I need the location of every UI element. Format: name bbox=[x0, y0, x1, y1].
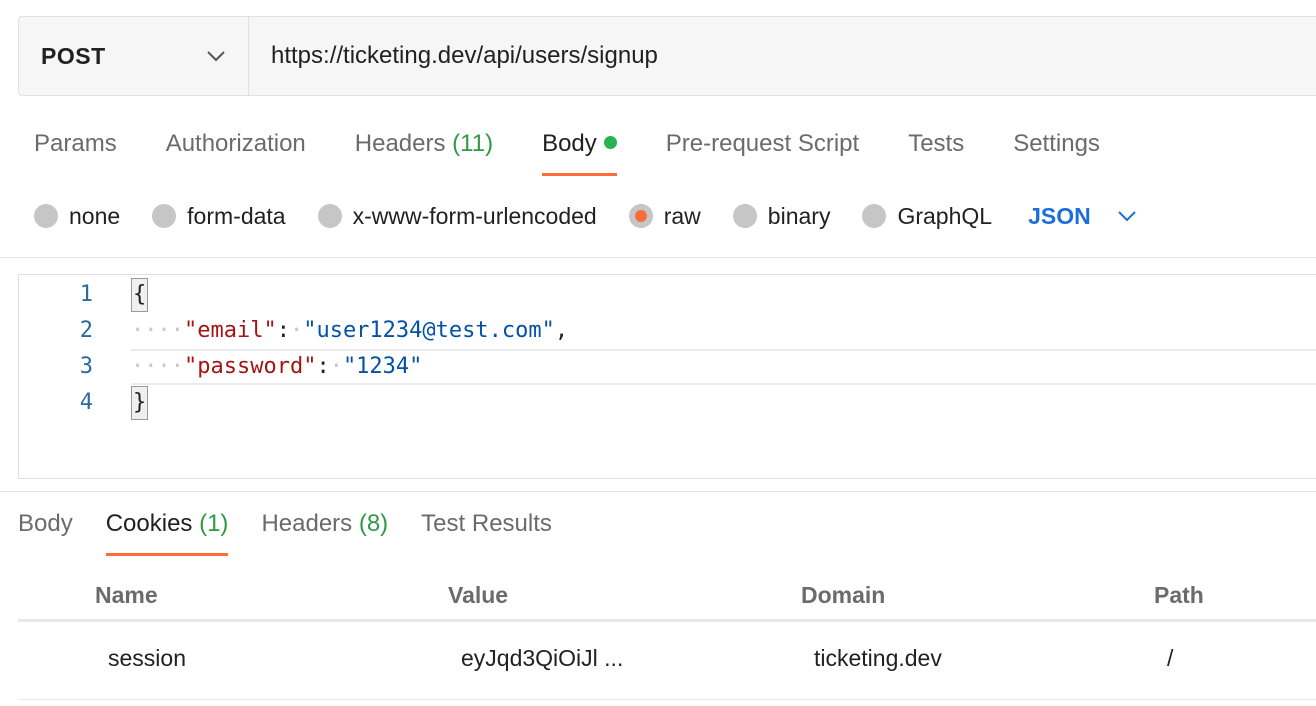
method-label: POST bbox=[41, 42, 106, 69]
radio-x-www-form-urlencoded[interactable]: x-www-form-urlencoded bbox=[317, 202, 597, 230]
chevron-down-icon bbox=[207, 51, 225, 62]
tab-label: Headers bbox=[261, 510, 353, 537]
format-select[interactable]: JSON bbox=[1028, 203, 1137, 230]
radio-button[interactable] bbox=[317, 204, 342, 228]
radio-button[interactable] bbox=[628, 204, 653, 228]
json-key: "email" bbox=[183, 318, 277, 343]
tab-label: Tests bbox=[908, 130, 965, 157]
tab-label: Headers bbox=[354, 130, 446, 157]
tab-tests[interactable]: Tests bbox=[908, 124, 964, 176]
code-line: 3 ····"password":·"1234" bbox=[19, 349, 1316, 385]
radio-label: GraphQL bbox=[897, 202, 993, 229]
cookie-path: / bbox=[1167, 645, 1174, 671]
method-select[interactable]: POST bbox=[19, 17, 249, 95]
tab-settings[interactable]: Settings bbox=[1013, 124, 1100, 176]
radio-button[interactable] bbox=[862, 204, 887, 228]
status-dot bbox=[603, 136, 617, 149]
cookie-domain: ticketing.dev bbox=[814, 645, 942, 671]
column-header-value: Value bbox=[448, 582, 509, 608]
tab-pre-request-script[interactable]: Pre-request Script bbox=[666, 124, 859, 176]
column-header-name: Name bbox=[95, 582, 158, 608]
tab-label: Body bbox=[18, 510, 73, 537]
tab-label: Authorization bbox=[165, 130, 306, 157]
tab-label: Pre-request Script bbox=[665, 130, 860, 157]
radio-label: x-www-form-urlencoded bbox=[352, 202, 597, 229]
tab-label: Params bbox=[34, 130, 117, 157]
response-tab-cookies[interactable]: Cookies (1) bbox=[105, 506, 229, 556]
line-number: 1 bbox=[79, 282, 93, 307]
response-tab-test-results[interactable]: Test Results bbox=[421, 506, 552, 556]
radio-label: form-data bbox=[187, 202, 286, 229]
tab-authorization[interactable]: Authorization bbox=[166, 124, 306, 176]
radio-none[interactable]: none bbox=[34, 203, 120, 230]
json-key: "password" bbox=[183, 354, 317, 379]
tab-count: (1) bbox=[199, 510, 229, 537]
radio-binary[interactable]: binary bbox=[732, 202, 831, 230]
code-line: 4 } bbox=[19, 385, 1316, 421]
tab-label: Body bbox=[542, 130, 597, 157]
radio-button[interactable] bbox=[152, 204, 177, 228]
line-content: ····"password":·"1234" bbox=[131, 354, 423, 379]
json-comma: , bbox=[554, 318, 569, 343]
cookie-name: session bbox=[108, 645, 186, 671]
cookie-value: eyJqd3QiOiJl ... bbox=[461, 645, 624, 671]
tab-body[interactable]: Body bbox=[542, 124, 617, 176]
json-value: "1234" bbox=[342, 354, 423, 379]
table-row: session eyJqd3QiOiJl ... ticketing.dev / bbox=[18, 622, 1316, 700]
column-header-path: Path bbox=[1154, 582, 1204, 608]
tab-count: (8) bbox=[358, 510, 389, 537]
tab-count: (11) bbox=[452, 130, 494, 157]
line-number: 4 bbox=[79, 390, 93, 415]
request-tabs: Params Authorization Headers (11) Body P… bbox=[34, 124, 1149, 180]
tab-label: Settings bbox=[1013, 130, 1100, 157]
request-url-bar: POST bbox=[18, 16, 1316, 96]
tab-params[interactable]: Params bbox=[34, 124, 117, 176]
radio-label: binary bbox=[767, 202, 831, 229]
radio-button[interactable] bbox=[34, 204, 58, 228]
format-label: JSON bbox=[1028, 202, 1091, 229]
tab-headers[interactable]: Headers (11) bbox=[355, 124, 493, 176]
table-header: Name Value Domain Path bbox=[18, 572, 1316, 622]
body-type-options: none form-data x-www-form-urlencoded raw… bbox=[34, 196, 1137, 236]
radio-form-data[interactable]: form-data bbox=[152, 202, 286, 230]
response-tab-body[interactable]: Body bbox=[18, 506, 73, 556]
section-divider bbox=[0, 491, 1316, 492]
column-header-domain: Domain bbox=[801, 582, 886, 608]
close-brace: } bbox=[131, 386, 149, 420]
response-tab-headers[interactable]: Headers (8) bbox=[261, 506, 388, 556]
radio-label: raw bbox=[663, 202, 701, 229]
radio-graphql[interactable]: GraphQL bbox=[862, 203, 992, 230]
line-content: ····"email":·"user1234@test.com", bbox=[131, 318, 569, 343]
radio-button[interactable] bbox=[732, 204, 757, 228]
response-tabs: Body Cookies (1) Headers (8) Test Result… bbox=[18, 506, 585, 558]
chevron-down-icon bbox=[1117, 211, 1136, 222]
radio-raw[interactable]: raw bbox=[628, 202, 701, 230]
radio-label: none bbox=[69, 202, 121, 229]
open-brace: { bbox=[131, 278, 149, 312]
tab-label: Cookies bbox=[105, 510, 193, 537]
code-line: 1 { bbox=[19, 277, 1316, 313]
tab-label: Test Results bbox=[421, 510, 552, 537]
section-divider bbox=[0, 257, 1316, 258]
url-input[interactable] bbox=[249, 17, 1316, 95]
body-editor[interactable]: 1 { 2 ····"email":·"user1234@test.com", … bbox=[18, 274, 1316, 479]
line-number: 3 bbox=[79, 354, 93, 379]
line-number: 2 bbox=[79, 318, 93, 343]
json-value: "user1234@test.com" bbox=[303, 318, 555, 343]
cookies-table: Name Value Domain Path session eyJqd3QiO… bbox=[18, 572, 1316, 700]
code-line: 2 ····"email":·"user1234@test.com", bbox=[19, 313, 1316, 349]
